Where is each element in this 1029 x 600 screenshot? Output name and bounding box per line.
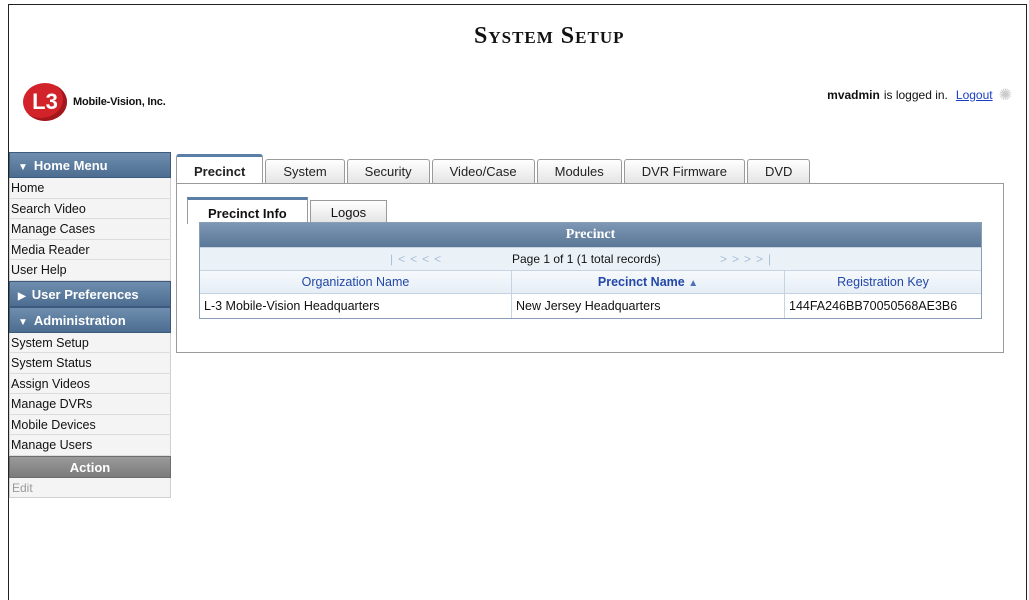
grid-pager: |<<<< Page 1 of 1 (1 total records) >>>>…: [200, 247, 981, 270]
cell-registration-key: 144FA246BB70050568AE3B6: [789, 299, 958, 313]
cell-organization-name: L-3 Mobile-Vision Headquarters: [200, 294, 512, 318]
sidebar-item-media-reader[interactable]: Media Reader: [9, 239, 171, 260]
grid-header: Organization Name Precinct Name ▲ Regist…: [200, 270, 981, 293]
pager-back-controls: |<<<<: [390, 248, 446, 271]
chevron-down-icon: ▼: [18, 316, 28, 328]
subtab-logos[interactable]: Logos: [309, 200, 388, 224]
subtab-precinct-info[interactable]: Precinct Info: [187, 197, 308, 224]
pager-forward-controls: >>>>|: [720, 248, 776, 271]
sidebar-item-system-setup[interactable]: System Setup: [9, 332, 171, 353]
grid-caption: Precinct: [200, 223, 981, 247]
sidebar-item-user-help[interactable]: User Help: [9, 260, 171, 281]
l3-logo-icon: L3: [23, 83, 67, 121]
tab-video-case[interactable]: Video/Case: [431, 159, 535, 184]
page-title: System Setup: [474, 23, 625, 49]
next-block-icon[interactable]: >>: [732, 252, 756, 266]
tab-system[interactable]: System: [265, 159, 345, 184]
action-edit[interactable]: Edit: [9, 477, 171, 498]
cell-precinct-name: New Jersey Headquarters: [512, 294, 785, 318]
first-page-icon[interactable]: |<: [390, 252, 410, 266]
tab-modules[interactable]: Modules: [536, 159, 622, 184]
column-header-registration-key[interactable]: Registration Key: [785, 271, 981, 293]
sidebar-item-system-status[interactable]: System Status: [9, 353, 171, 374]
main-content: Precinct System Security Video/Case Modu…: [176, 154, 1004, 353]
sidebar: ▼ Home Menu Home Search Video Manage Case…: [9, 152, 171, 498]
next-page-icon[interactable]: >: [720, 252, 732, 266]
company-name: Mobile-Vision, Inc.: [73, 96, 166, 108]
precinct-subtabs: Precinct Info Logos: [187, 197, 389, 224]
loading-spinner-icon: ✺: [998, 87, 1012, 104]
sidebar-item-manage-cases[interactable]: Manage Cases: [9, 219, 171, 240]
sidebar-item-manage-dvrs[interactable]: Manage DVRs: [9, 394, 171, 415]
login-status: mvadmin is logged in. Logout ✺: [827, 85, 1012, 105]
logout-link[interactable]: Logout: [956, 88, 993, 102]
precinct-grid: Precinct |<<<< Page 1 of 1 (1 total reco…: [199, 222, 982, 319]
company-logo: L3 Mobile-Vision, Inc.: [23, 83, 166, 121]
page-info: Page 1 of 1 (1 total records): [512, 252, 661, 266]
table-row[interactable]: L-3 Mobile-Vision Headquarters New Jerse…: [200, 293, 981, 318]
sidebar-item-mobile-devices[interactable]: Mobile Devices: [9, 414, 171, 435]
tab-panel: Precinct Info Logos Precinct |<<<< Page …: [176, 183, 1004, 353]
home-menu-header[interactable]: ▼ Home Menu: [9, 152, 171, 178]
sidebar-item-search-video[interactable]: Search Video: [9, 198, 171, 219]
sidebar-item-assign-videos[interactable]: Assign Videos: [9, 373, 171, 394]
tab-security[interactable]: Security: [346, 159, 430, 184]
logged-in-username: mvadmin: [827, 88, 880, 102]
administration-header[interactable]: ▼ Administration: [9, 306, 171, 333]
sidebar-item-manage-users[interactable]: Manage Users: [9, 435, 171, 456]
login-status-text: is logged in.: [883, 88, 948, 102]
previous-page-icon[interactable]: <: [434, 252, 446, 266]
tab-dvr-firmware[interactable]: DVR Firmware: [623, 159, 745, 184]
tab-dvd[interactable]: DVD: [746, 159, 811, 184]
sort-ascending-icon: ▲: [688, 278, 699, 289]
column-header-precinct-name[interactable]: Precinct Name ▲: [512, 271, 785, 293]
last-page-icon[interactable]: >|: [756, 252, 776, 266]
setup-tabs: Precinct System Security Video/Case Modu…: [176, 154, 1004, 184]
sidebar-item-home[interactable]: Home: [9, 178, 171, 199]
chevron-down-icon: ▼: [18, 162, 28, 173]
tab-precinct[interactable]: Precinct: [176, 154, 264, 184]
previous-block-icon[interactable]: <<: [410, 252, 434, 266]
action-header: Action: [9, 455, 171, 478]
column-header-organization-name[interactable]: Organization Name: [200, 271, 512, 293]
user-preferences-header[interactable]: ▶ User Preferences: [9, 280, 171, 307]
chevron-right-icon: ▶: [18, 290, 26, 302]
